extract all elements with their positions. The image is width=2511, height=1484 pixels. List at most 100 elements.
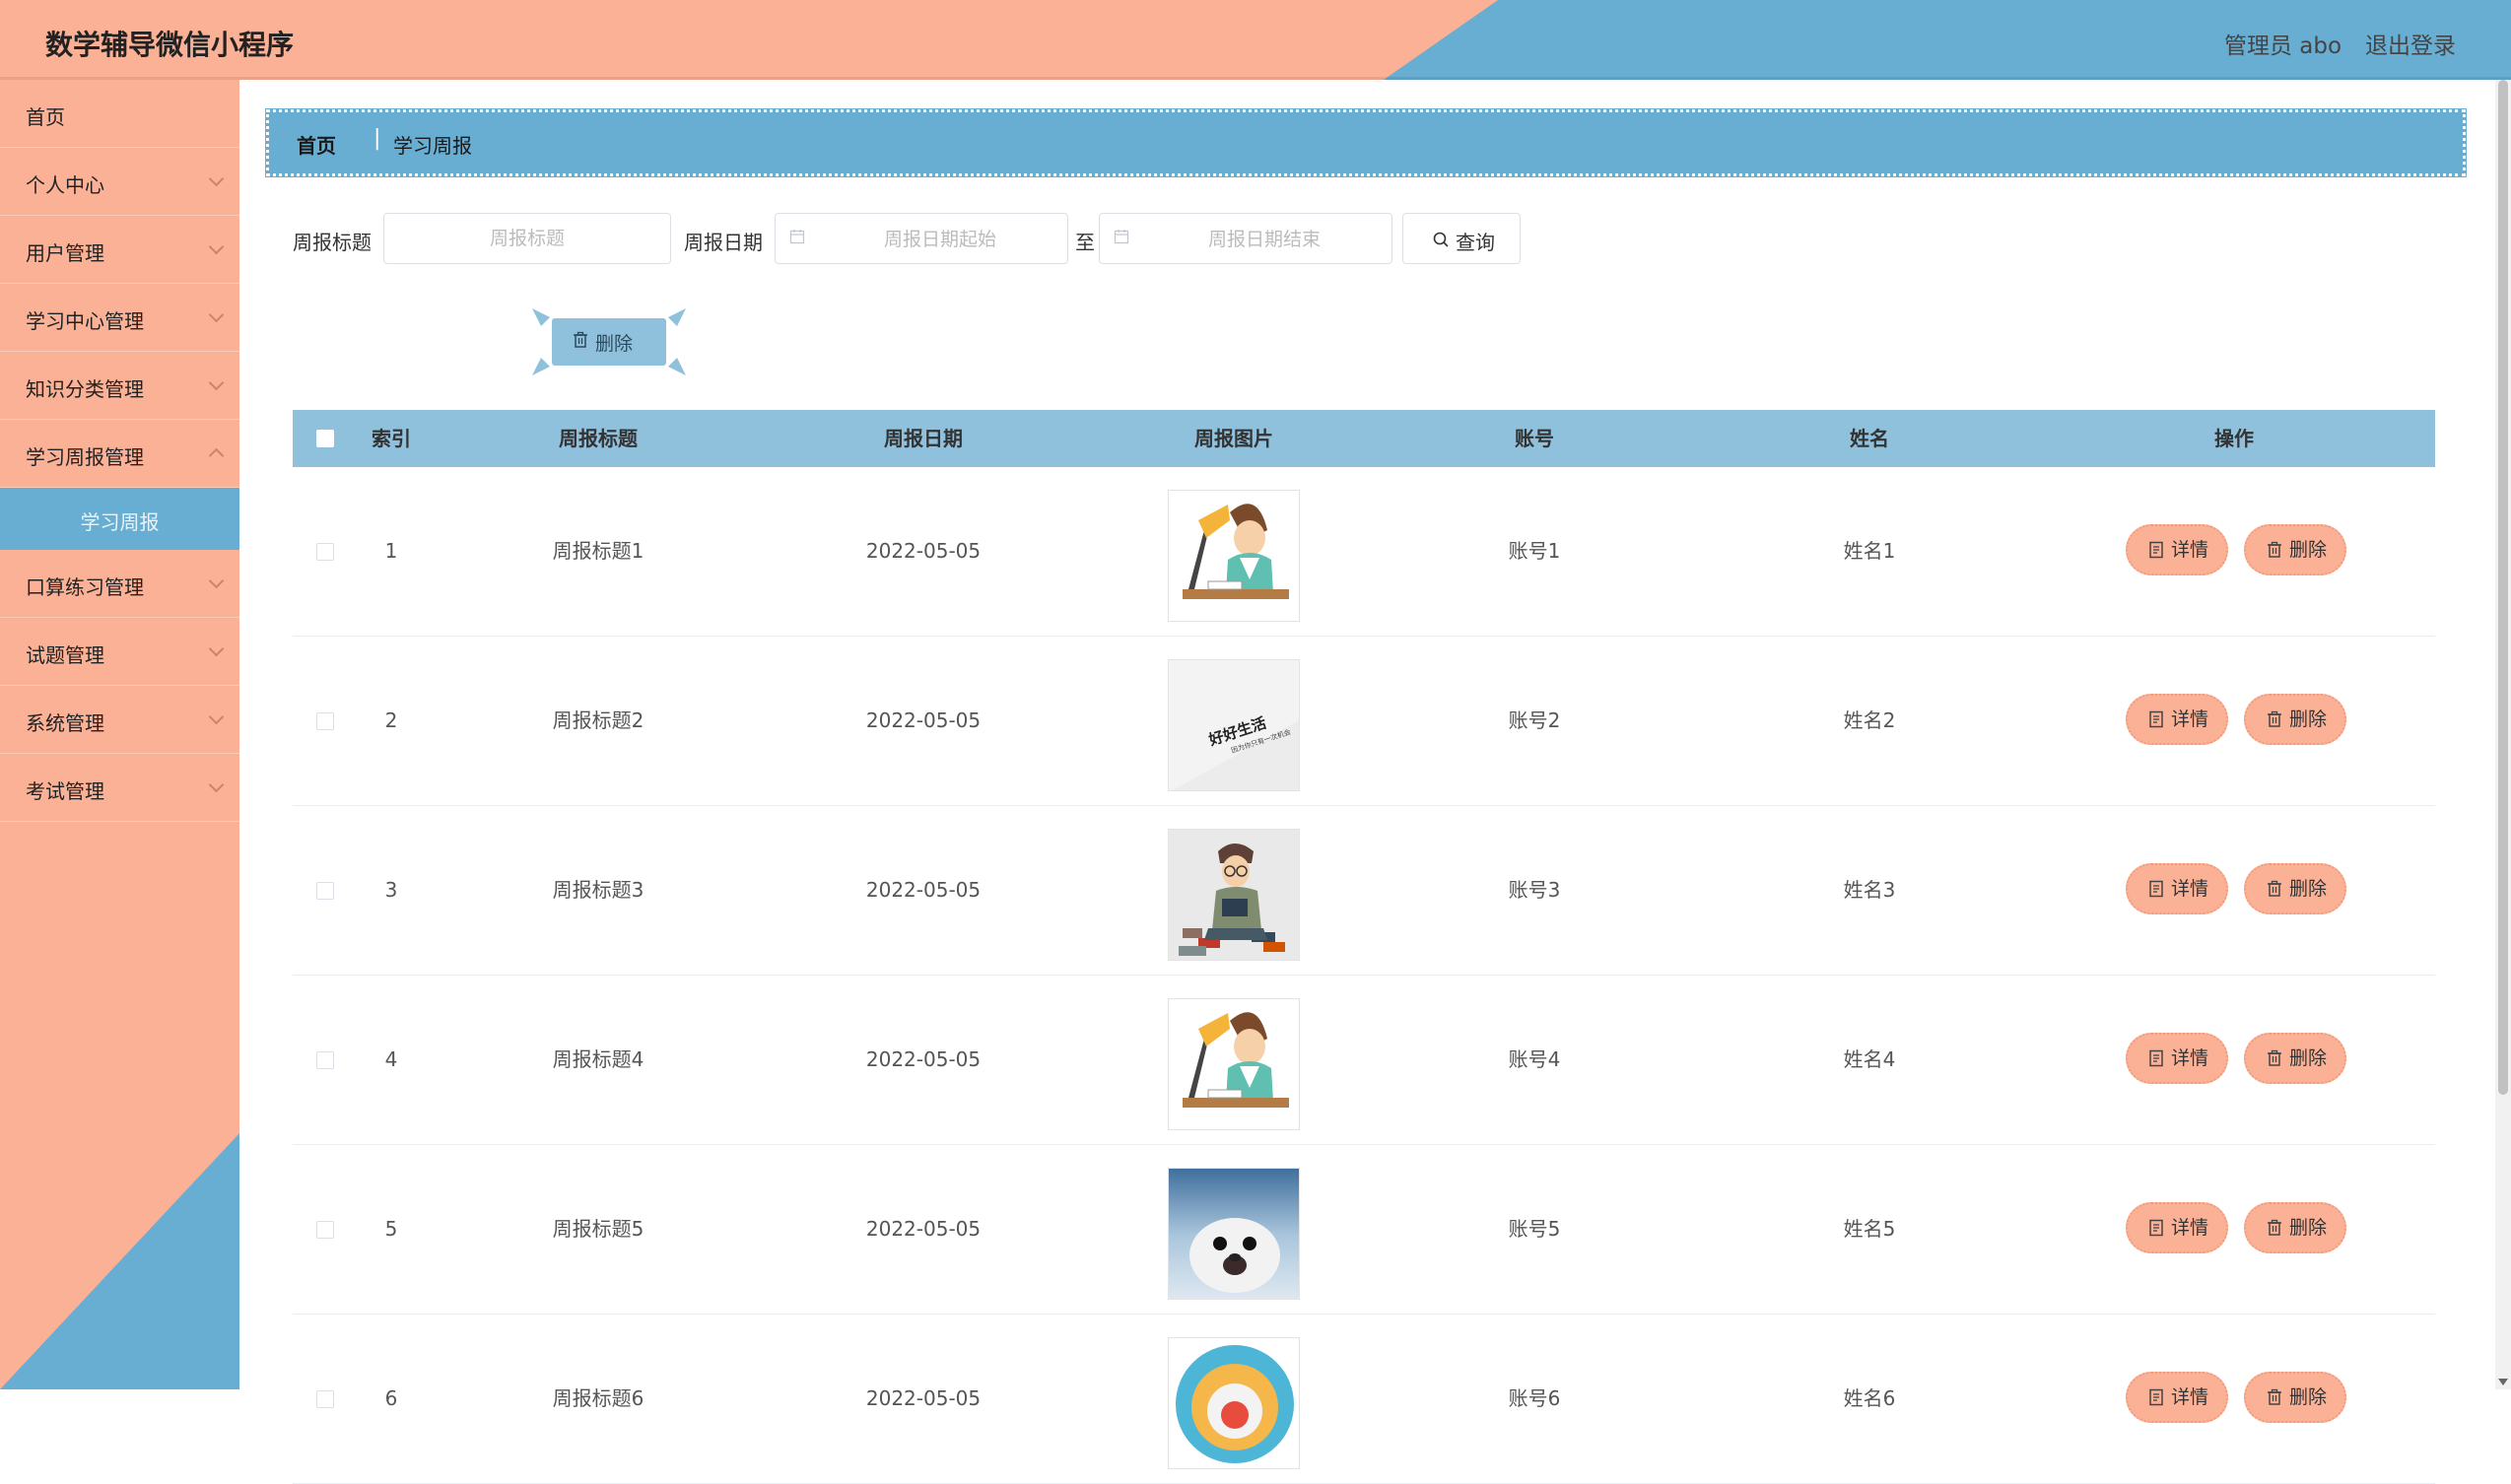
trash-icon: [2268, 710, 2281, 727]
delete-button-label: 删除: [2289, 539, 2328, 561]
report-date-label: 周报日期: [684, 231, 763, 254]
cell-account: 账号6: [1508, 1386, 1561, 1410]
delete-button[interactable]: 删除: [2244, 1033, 2346, 1084]
sidebar-item-exam-management[interactable]: 考试管理: [0, 754, 239, 822]
vertical-scrollbar[interactable]: [2495, 80, 2511, 1389]
report-image[interactable]: [1168, 998, 1300, 1130]
report-image[interactable]: [1168, 1168, 1300, 1300]
sidebar-item-label: 学习中心管理: [26, 309, 144, 333]
sidebar-item-question-management[interactable]: 试题管理: [0, 618, 239, 686]
breadcrumb-home[interactable]: 首页: [297, 130, 336, 159]
cell-date: 2022-05-05: [865, 1217, 982, 1241]
table-row: 5 周报标题5 2022-05-05 账号5 姓名5 详情 删除: [293, 1145, 2435, 1315]
detail-button[interactable]: 详情: [2126, 1033, 2228, 1084]
trash-icon: [2268, 1388, 2281, 1405]
chevron-down-icon: [208, 573, 225, 589]
delete-button-label: 删除: [2289, 708, 2328, 730]
sidebar-blue-corner: [0, 1133, 239, 1389]
cell-index: 4: [384, 1047, 398, 1071]
cell-name: 姓名2: [1843, 708, 1896, 732]
sidebar-item-home[interactable]: 首页: [0, 80, 239, 148]
delete-button[interactable]: 删除: [2244, 524, 2346, 575]
column-header-actions: 操作: [2214, 427, 2254, 450]
report-image[interactable]: [1168, 1337, 1300, 1469]
top-header: 数学辅导微信小程序 管理员 abo 退出登录: [0, 0, 2511, 80]
column-header-image: 周报图片: [1194, 427, 1273, 450]
delete-button[interactable]: 删除: [2244, 863, 2346, 914]
row-checkbox[interactable]: [316, 1390, 334, 1408]
bulk-delete-button[interactable]: 删除: [532, 304, 686, 379]
detail-button[interactable]: 详情: [2126, 1372, 2228, 1423]
sidebar-item-mental-math[interactable]: 口算练习管理: [0, 550, 239, 618]
row-checkbox[interactable]: [316, 712, 334, 730]
weekly-report-table: 索引 周报标题 周报日期 周报图片 账号 姓名 操作 1 周报标题1 2022-05…: [293, 410, 2435, 1484]
detail-button-label: 详情: [2171, 539, 2209, 561]
cell-index: 3: [384, 878, 398, 902]
trash-icon: [2268, 1049, 2281, 1066]
report-title-input[interactable]: [383, 213, 671, 264]
detail-button[interactable]: 详情: [2126, 863, 2228, 914]
logout-link[interactable]: 退出登录: [2365, 27, 2456, 60]
delete-button-label: 删除: [2289, 878, 2328, 900]
cell-name: 姓名6: [1843, 1386, 1896, 1410]
column-header-title: 周报标题: [559, 427, 638, 450]
sidebar-item-knowledge-category[interactable]: 知识分类管理: [0, 352, 239, 420]
sidebar-item-label: 试题管理: [26, 643, 104, 667]
sidebar-item-label: 个人中心: [26, 173, 104, 197]
report-image[interactable]: [1168, 829, 1300, 961]
document-icon: [2149, 1049, 2163, 1067]
delete-button[interactable]: 删除: [2244, 1372, 2346, 1423]
delete-button-label: 删除: [2289, 1217, 2328, 1239]
trash-icon: [2268, 541, 2281, 558]
document-icon: [2149, 1388, 2163, 1406]
detail-button[interactable]: 详情: [2126, 524, 2228, 575]
report-image[interactable]: 好好生活 因为你只有一次机会: [1168, 659, 1300, 791]
chevron-down-icon: [208, 306, 225, 323]
breadcrumb: 首页 | 学习周报: [266, 109, 2466, 176]
sidebar-item-learning-center[interactable]: 学习中心管理: [0, 284, 239, 352]
delete-button[interactable]: 删除: [2244, 694, 2346, 745]
date-end-picker[interactable]: [1099, 213, 1392, 265]
ribbon-corner: [532, 358, 550, 375]
scroll-down-arrow-icon[interactable]: [2498, 1379, 2508, 1385]
row-checkbox[interactable]: [316, 1051, 334, 1069]
cell-name: 姓名1: [1843, 539, 1896, 563]
delete-button[interactable]: 删除: [2244, 1202, 2346, 1253]
row-checkbox[interactable]: [316, 1221, 334, 1239]
chevron-down-icon: [208, 374, 225, 391]
detail-button[interactable]: 详情: [2126, 694, 2228, 745]
row-checkbox[interactable]: [316, 882, 334, 900]
cell-title: 周报标题6: [552, 1386, 645, 1410]
table-row: 3 周报标题3 2022-05-05 账号3 姓名3 详情 删除: [293, 806, 2435, 976]
sidebar-item-user-management[interactable]: 用户管理: [0, 216, 239, 284]
date-start-picker[interactable]: [775, 213, 1068, 265]
cell-account: 账号1: [1508, 539, 1561, 563]
scrollbar-thumb[interactable]: [2498, 80, 2508, 1095]
date-end-input[interactable]: [1141, 214, 1388, 265]
cell-date: 2022-05-05: [865, 708, 982, 732]
report-image[interactable]: [1168, 490, 1300, 622]
column-header-index: 索引: [372, 427, 411, 450]
sidebar-item-personal-center[interactable]: 个人中心: [0, 148, 239, 216]
delete-button-label: 删除: [2289, 1047, 2328, 1069]
query-button[interactable]: 查询: [1402, 213, 1521, 264]
column-header-date: 周报日期: [884, 427, 963, 450]
detail-button[interactable]: 详情: [2126, 1202, 2228, 1253]
date-start-input[interactable]: [817, 214, 1063, 265]
sidebar-subitem-weekly-report[interactable]: 学习周报: [0, 488, 239, 550]
cell-title: 周报标题5: [552, 1217, 645, 1241]
bulk-delete-label: 删除: [595, 333, 634, 355]
sidebar: 首页 个人中心 用户管理 学习中心管理 知识分类管理 学习周报管理 学习周报 口…: [0, 80, 239, 1389]
date-range-separator: 至: [1075, 231, 1095, 254]
detail-button-label: 详情: [2171, 1217, 2209, 1239]
sidebar-item-weekly-report[interactable]: 学习周报管理: [0, 420, 239, 488]
sidebar-item-label: 系统管理: [26, 711, 104, 735]
detail-button-label: 详情: [2171, 1047, 2209, 1069]
cell-account: 账号5: [1508, 1217, 1561, 1241]
row-checkbox[interactable]: [316, 543, 334, 561]
select-all-checkbox[interactable]: [316, 430, 334, 447]
document-icon: [2149, 710, 2163, 728]
cell-date: 2022-05-05: [865, 539, 982, 563]
app-title: 数学辅导微信小程序: [45, 29, 295, 61]
sidebar-item-system-management[interactable]: 系统管理: [0, 686, 239, 754]
